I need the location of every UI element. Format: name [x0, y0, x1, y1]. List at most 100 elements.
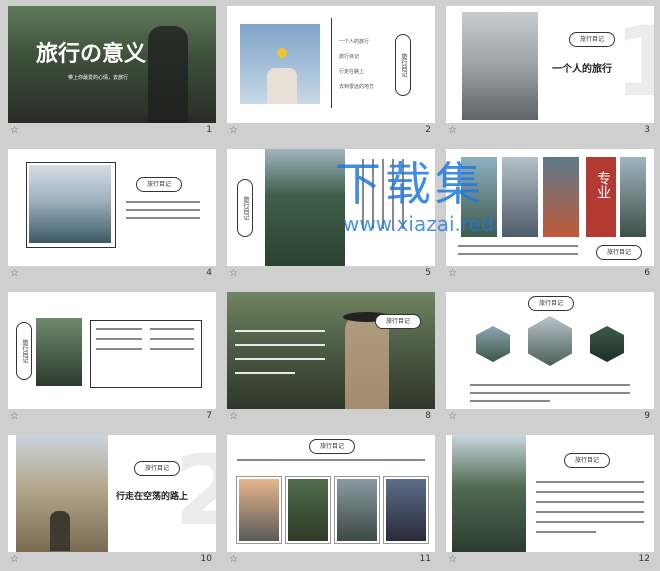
slide-canvas: 旅行の意义 带上你最爱的心情，去旅行	[8, 6, 216, 123]
slide-canvas: 旅行目记	[446, 435, 654, 552]
slide-footer: ☆ 3	[446, 123, 654, 142]
train-photo	[36, 318, 82, 386]
text-line	[96, 338, 142, 340]
slide-footer: ☆ 11	[227, 552, 435, 571]
star-icon[interactable]: ☆	[10, 125, 19, 136]
star-icon[interactable]: ☆	[10, 554, 19, 565]
divider-line	[331, 18, 332, 108]
slide-number: 4	[206, 268, 212, 278]
photo-3	[543, 157, 579, 237]
slide-title: 一个人的旅行	[552, 64, 612, 75]
text-line	[150, 348, 194, 350]
star-icon[interactable]: ☆	[229, 125, 238, 136]
text-line	[237, 459, 425, 461]
slide-thumbnail-7[interactable]: 旅行目记 ☆ 7	[8, 292, 216, 428]
heading-badge: 旅行目记	[596, 245, 642, 260]
text-line	[536, 491, 644, 493]
text-line	[458, 245, 578, 247]
hexagon-photo-1	[476, 326, 510, 362]
hexagon-photo-3	[590, 326, 624, 362]
text-line	[536, 481, 644, 483]
star-icon[interactable]: ☆	[10, 268, 19, 279]
slide-footer: ☆ 4	[8, 266, 216, 285]
mountain-lake-photo	[452, 435, 526, 552]
slide-footer: ☆ 12	[446, 552, 654, 571]
text-line	[470, 400, 550, 402]
star-icon[interactable]: ☆	[448, 411, 457, 422]
heading-badge: 旅行目记	[564, 453, 610, 468]
heading-badge: 旅行目记	[309, 439, 355, 454]
star-icon[interactable]: ☆	[448, 125, 457, 136]
heading-badge: 旅行目记	[395, 34, 411, 96]
menu-item-1: 一个人的旅行	[339, 39, 370, 45]
star-icon[interactable]: ☆	[229, 554, 238, 565]
text-line	[536, 511, 644, 513]
photo-2	[502, 157, 538, 237]
heading-badge: 旅行目记	[136, 177, 182, 192]
slide-canvas: 2 旅行目记 行走在空荡的路上	[8, 435, 216, 552]
slide-canvas: 旅行目记	[8, 149, 216, 266]
heading-badge: 旅行目记	[375, 314, 421, 329]
section-number: 1	[614, 6, 654, 118]
text-line	[536, 501, 644, 503]
star-icon[interactable]: ☆	[10, 411, 19, 422]
text-line	[126, 209, 200, 211]
text-line	[126, 201, 200, 203]
slide-thumbnail-10[interactable]: 2 旅行目记 行走在空荡的路上 ☆ 10	[8, 435, 216, 571]
text-line	[96, 348, 142, 350]
slide-footer: ☆ 2	[227, 123, 435, 142]
slide-thumbnail-3[interactable]: 1 旅行目记 一个人的旅行 ☆ 3	[446, 6, 654, 142]
photo-4	[620, 157, 646, 237]
star-icon[interactable]: ☆	[448, 268, 457, 279]
traveler-figure	[148, 26, 188, 123]
text-line	[536, 531, 596, 533]
slide-thumbnail-8[interactable]: 旅行目记 ☆ 8	[227, 292, 435, 428]
slide-number: 6	[644, 268, 650, 278]
star-icon[interactable]: ☆	[229, 411, 238, 422]
heading-badge: 旅行目记	[569, 32, 615, 47]
slide-thumbnail-12[interactable]: 旅行目记 ☆ 12	[446, 435, 654, 571]
slide-canvas: 旅行目记	[227, 292, 435, 409]
text-line	[150, 328, 194, 330]
campfire-photo	[384, 477, 428, 543]
hexagon-photo-2	[528, 316, 572, 366]
slide-footer: ☆ 9	[446, 409, 654, 428]
text-line	[150, 338, 194, 340]
text-line	[235, 372, 295, 374]
slide-canvas: 旅行目记	[446, 292, 654, 409]
text-line	[235, 344, 325, 346]
slide-number: 3	[644, 125, 650, 135]
lake-boat-photo	[29, 165, 111, 243]
slide-thumbnail-1[interactable]: 旅行の意义 带上你最爱的心情，去旅行 ☆ 1	[8, 6, 216, 142]
slide-title: 行走在空荡的路上	[116, 492, 189, 502]
heading-badge: 旅行目记	[134, 461, 180, 476]
slide-footer: ☆ 10	[8, 552, 216, 571]
slide-thumbnail-2[interactable]: 一个人的旅行 旅行目记 行走在路上 去到很远的地方 旅行目记 ☆ 2	[227, 6, 435, 142]
slide-number: 7	[206, 411, 212, 421]
watermark-title: 下载集	[335, 157, 485, 211]
slide-footer: ☆ 7	[8, 409, 216, 428]
slide-number: 9	[644, 411, 650, 421]
bridge-photo	[286, 477, 330, 543]
text-box	[90, 320, 202, 388]
menu-item-2: 旅行目记	[339, 54, 360, 60]
watermark-url: www.xiazai.red	[343, 212, 494, 236]
forest-hat-photo	[227, 292, 435, 409]
text-line	[96, 328, 142, 330]
slide-canvas: 旅行目记	[227, 435, 435, 552]
star-icon[interactable]: ☆	[229, 268, 238, 279]
slide-number: 1	[206, 125, 212, 135]
text-line	[470, 392, 630, 394]
forest-valley-photo	[265, 149, 345, 266]
slide-thumbnail-4[interactable]: 旅行目记 ☆ 4	[8, 149, 216, 285]
slide-canvas: 一个人的旅行 旅行目记 行走在路上 去到很远的地方 旅行目记	[227, 6, 435, 123]
slide-thumbnail-11[interactable]: 旅行目记 ☆ 11	[227, 435, 435, 571]
heading-badge: 旅行目记	[16, 322, 32, 380]
slide-thumbnail-9[interactable]: 旅行目记 ☆ 9	[446, 292, 654, 428]
text-line	[126, 217, 200, 219]
slide-canvas: 旅行目记	[8, 292, 216, 409]
star-icon[interactable]: ☆	[448, 554, 457, 565]
text-line	[536, 521, 644, 523]
walker-shape	[50, 511, 70, 551]
street-photo	[335, 477, 379, 543]
